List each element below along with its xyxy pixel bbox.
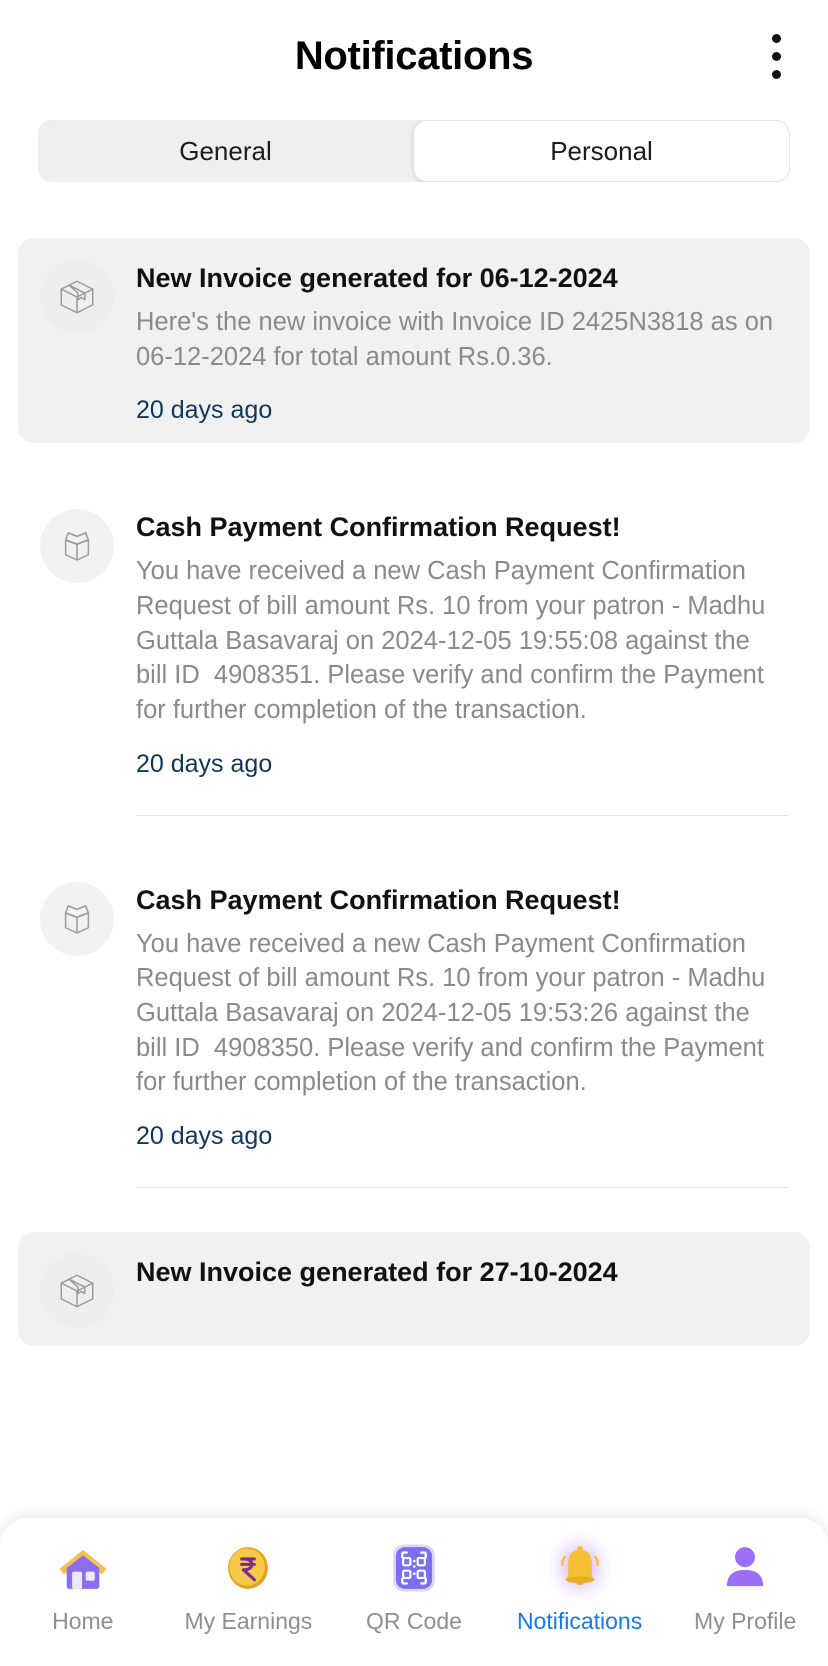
notification-item[interactable]: New Invoice generated for 06-12-2024 Her… [18, 238, 810, 444]
house-icon [51, 1536, 115, 1600]
notification-text: Here's the new invoice with Invoice ID 2… [136, 307, 781, 371]
closed-box-icon [40, 1253, 114, 1328]
notification-text: You have received a new Cash Payment Con… [136, 929, 773, 1097]
notifications-screen: Notifications General Personal New Invoi… [0, 0, 828, 1666]
notification-timestamp: 20 days ago [136, 749, 273, 778]
notification-title: Cash Payment Confirmation Request! [136, 512, 621, 543]
closed-box-icon [40, 260, 114, 334]
nav-item-my-profile[interactable]: My Profile [665, 1536, 825, 1635]
bell-icon [548, 1536, 612, 1600]
notification-body: New Invoice generated for 27-10-2024 [136, 1254, 788, 1328]
bottom-navigation-bar: Home My Earnings QR Code Notifications M… [0, 1518, 828, 1666]
notification-text: You have received a new Cash Payment Con… [136, 557, 773, 724]
tab-general[interactable]: General [38, 120, 413, 182]
nav-label: My Earnings [184, 1608, 313, 1634]
notification-title: Cash Payment Confirmation Request! [136, 884, 621, 915]
person-icon [713, 1536, 777, 1600]
notification-timestamp: 20 days ago [136, 396, 273, 425]
nav-label: Home [52, 1608, 114, 1634]
tab-personal[interactable]: Personal [413, 120, 790, 182]
notification-item[interactable]: New Invoice generated for 27-10-2024 [18, 1231, 810, 1346]
notification-timestamp: 20 days ago [136, 1121, 273, 1150]
kebab-dot [771, 51, 781, 61]
kebab-dot [771, 69, 781, 79]
qr-code-icon [382, 1536, 446, 1600]
nav-label: Notifications [516, 1608, 643, 1634]
open-box-icon [40, 881, 114, 956]
nav-item-home[interactable]: Home [3, 1536, 163, 1635]
notification-body: New Invoice generated for 06-12-2024 Her… [136, 260, 788, 425]
notification-tabbar: General Personal [38, 120, 790, 182]
nav-label: My Profile [694, 1608, 797, 1634]
notification-title: New Invoice generated for 27-10-2024 [136, 1256, 618, 1287]
nav-item-qr-code[interactable]: QR Code [334, 1536, 494, 1635]
nav-item-my-earnings[interactable]: My Earnings [168, 1536, 328, 1635]
nav-item-notifications[interactable]: Notifications [500, 1536, 660, 1635]
notification-body: Cash Payment Confirmation Request! You h… [136, 509, 788, 778]
page-title: Notifications [294, 33, 534, 78]
nav-label: QR Code [366, 1608, 462, 1634]
notification-title: New Invoice generated for 06-12-2024 [136, 263, 618, 293]
coin-rupee-icon [216, 1536, 280, 1600]
kebab-menu-icon[interactable] [754, 28, 798, 84]
notification-body: Cash Payment Confirmation Request! You h… [136, 882, 788, 1151]
app-header: Notifications [0, 0, 828, 112]
kebab-dot [771, 33, 781, 43]
notification-list: New Invoice generated for 06-12-2024 Her… [0, 238, 828, 1346]
open-box-icon [40, 509, 114, 584]
notification-item[interactable]: Cash Payment Confirmation Request! You h… [18, 860, 810, 1169]
notification-item[interactable]: Cash Payment Confirmation Request! You h… [18, 487, 810, 796]
